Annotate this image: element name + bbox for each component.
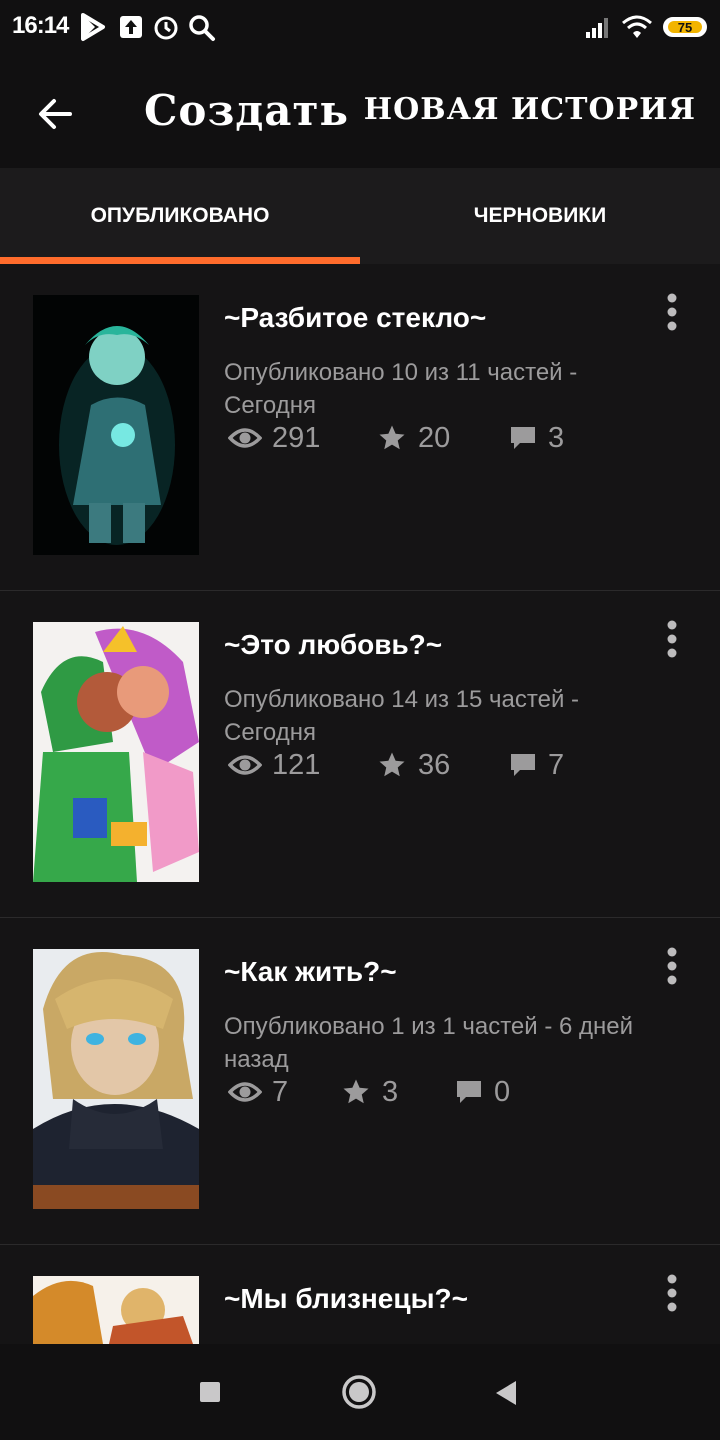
story-item[interactable]: ~Разбитое стекло~ Опубликовано 10 из 11 … — [0, 264, 720, 592]
tab-published[interactable]: ОПУБЛИКОВАНО — [0, 168, 360, 264]
page-title: Создать — [144, 86, 349, 135]
votes-count: 36 — [418, 748, 451, 781]
more-options-icon[interactable] — [662, 292, 682, 332]
story-meta: Опубликовано 14 из 15 частей - Сегодня — [224, 686, 580, 746]
star-icon — [379, 425, 405, 450]
app-bar: Создать НОВАЯ ИСТОРИЯ — [0, 56, 720, 168]
views-count: 291 — [272, 421, 321, 454]
back-arrow-icon[interactable] — [34, 92, 78, 136]
alarm-icon — [154, 16, 178, 40]
back-triangle-icon[interactable] — [494, 1379, 518, 1407]
views-stat: 121 — [228, 745, 320, 785]
comments-stat: 0 — [454, 1072, 510, 1112]
comment-icon — [511, 427, 535, 449]
comments-count: 7 — [548, 748, 565, 781]
signal-icon — [586, 18, 608, 38]
more-options-icon[interactable] — [662, 946, 682, 986]
comments-stat: 7 — [508, 745, 564, 785]
votes-stat: 36 — [376, 745, 450, 785]
home-circle-icon[interactable] — [341, 1374, 377, 1410]
comments-count: 3 — [548, 421, 565, 454]
story-cover-image[interactable] — [33, 622, 199, 882]
story-title[interactable]: ~Это любовь?~ — [224, 629, 442, 661]
story-title[interactable]: ~Как жить?~ — [224, 956, 397, 988]
eye-icon — [228, 1082, 262, 1102]
story-title[interactable]: ~Разбитое стекло~ — [224, 302, 486, 334]
more-options-icon[interactable] — [662, 619, 682, 659]
story-item[interactable]: ~Это любовь?~ Опубликовано 14 из 15 част… — [0, 591, 720, 919]
comments-count: 0 — [494, 1075, 511, 1108]
votes-count: 3 — [382, 1075, 399, 1108]
active-tab-indicator — [0, 257, 360, 264]
comment-icon — [457, 1081, 481, 1103]
views-count: 121 — [272, 748, 321, 781]
search-icon — [189, 15, 215, 41]
wifi-icon — [622, 15, 652, 38]
story-meta: Опубликовано 10 из 11 частей - Сегодня — [224, 359, 578, 419]
votes-stat: 3 — [340, 1072, 398, 1112]
play-store-icon — [81, 13, 105, 41]
story-meta: Опубликовано 1 из 1 частей - 6 дней наза… — [224, 1013, 634, 1073]
story-item[interactable]: ~Мы близнецы?~ — [0, 1245, 720, 1344]
eye-icon — [228, 428, 262, 448]
views-stat: 7 — [228, 1072, 288, 1112]
comments-stat: 3 — [508, 418, 564, 458]
new-story-button[interactable]: НОВАЯ ИСТОРИЯ — [364, 92, 696, 127]
battery-level: 75 — [668, 21, 702, 34]
star-icon — [379, 752, 405, 777]
upload-icon — [120, 16, 142, 38]
votes-stat: 20 — [376, 418, 450, 458]
star-icon — [343, 1079, 369, 1104]
more-options-icon[interactable] — [662, 1273, 682, 1313]
eye-icon — [228, 755, 262, 775]
status-time: 16:14 — [12, 12, 69, 39]
comment-icon — [511, 754, 535, 776]
views-stat: 291 — [228, 418, 320, 458]
views-count: 7 — [272, 1075, 289, 1108]
story-item[interactable]: ~Как жить?~ Опубликовано 1 из 1 частей -… — [0, 918, 720, 1246]
battery-icon: 75 — [663, 17, 707, 37]
tab-drafts[interactable]: ЧЕРНОВИКИ — [360, 168, 720, 264]
system-nav-bar — [0, 1344, 720, 1440]
story-title[interactable]: ~Мы близнецы?~ — [224, 1283, 468, 1315]
status-bar: 16:14 75 — [0, 0, 720, 56]
story-cover-image[interactable] — [33, 1276, 199, 1344]
recents-square-icon[interactable] — [199, 1381, 221, 1403]
story-cover-image[interactable] — [33, 949, 199, 1209]
tab-bar: ОПУБЛИКОВАНО ЧЕРНОВИКИ — [0, 168, 720, 265]
votes-count: 20 — [418, 421, 451, 454]
story-cover-image[interactable] — [33, 295, 199, 555]
